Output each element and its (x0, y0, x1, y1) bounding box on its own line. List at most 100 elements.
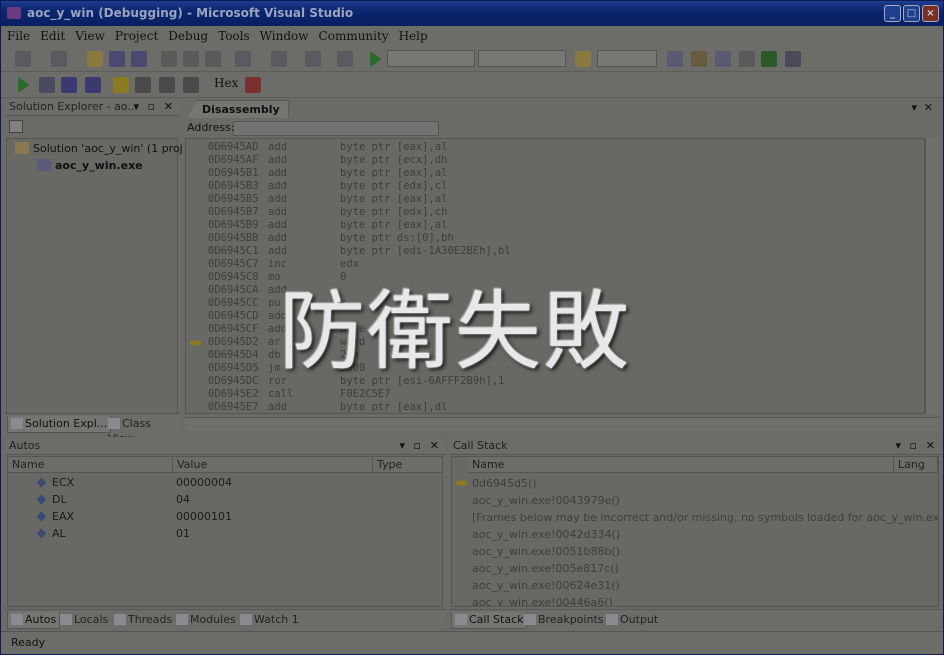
menu-community[interactable]: Community (319, 29, 389, 43)
stop-debugging-icon[interactable] (61, 77, 77, 93)
call-stack-frame[interactable]: aoc_y_win.exe!005e817c() (472, 560, 619, 577)
tab-autos[interactable]: Autos (7, 612, 61, 629)
minimize-button[interactable]: _ (884, 5, 901, 22)
step-into-icon[interactable] (135, 77, 151, 93)
tab-threads[interactable]: Threads (111, 612, 175, 629)
toolbox-icon[interactable] (739, 51, 755, 67)
menu-tools[interactable]: Tools (218, 29, 250, 43)
redo-icon[interactable] (271, 51, 287, 67)
call-stack-frame[interactable]: [Frames below may be incorrect and/or mi… (472, 509, 938, 526)
breakpoints-window-icon[interactable] (245, 77, 261, 93)
variable-value[interactable]: 01 (176, 525, 190, 542)
tab-modules[interactable]: Modules (173, 612, 239, 629)
close-icon[interactable]: ✕ (164, 98, 173, 116)
solution-config-combo[interactable] (387, 50, 475, 67)
close-icon[interactable]: ✕ (430, 437, 439, 455)
maximize-button[interactable]: □ (903, 5, 920, 22)
chevron-down-icon[interactable]: ▾ (895, 437, 901, 455)
chevron-down-icon[interactable]: ▾ (399, 437, 405, 455)
chevron-down-icon[interactable]: ▾ (133, 98, 139, 116)
pin-icon[interactable]: ▫ (414, 437, 421, 455)
properties-icon[interactable] (691, 51, 707, 67)
tab-locals[interactable]: Locals (57, 612, 111, 629)
find-in-files-icon[interactable] (575, 51, 591, 67)
object-browser-icon[interactable] (715, 51, 731, 67)
copy-icon[interactable] (183, 51, 199, 67)
call-stack-frame[interactable]: aoc_y_win.exe!0043979e() (472, 492, 620, 509)
variable-value[interactable]: 00000004 (176, 474, 232, 491)
tree-item-solution[interactable]: Solution 'aoc_y_win' (1 projec (15, 142, 196, 155)
close-button[interactable]: × (922, 5, 939, 22)
autos-row[interactable]: DL 04 (8, 491, 442, 508)
tab-class-view[interactable]: Class View (105, 416, 179, 445)
undo-icon[interactable] (235, 51, 251, 67)
call-stack-frame[interactable]: aoc_y_win.exe!00446a6() (472, 594, 613, 606)
chevron-down-icon[interactable]: ▾ (911, 101, 917, 114)
tree-item-project[interactable]: aoc_y_win.exe (37, 159, 143, 172)
tab-breakpoints[interactable]: Breakpoints (521, 612, 607, 629)
call-stack-frame[interactable]: 0d6945d5() (472, 475, 537, 492)
tab-output[interactable]: Output (603, 612, 661, 629)
column-header-type[interactable]: Type (373, 457, 442, 473)
autos-row[interactable]: ECX 00000004 (8, 474, 442, 491)
call-stack-frame[interactable]: aoc_y_win.exe!0051b88b() (472, 543, 620, 560)
save-icon[interactable] (109, 51, 125, 67)
add-item-icon[interactable] (51, 51, 67, 67)
autos-row[interactable]: AL 01 (8, 525, 442, 542)
find-combo[interactable] (597, 50, 657, 67)
address-combo[interactable] (233, 121, 439, 136)
call-stack-frame[interactable]: aoc_y_win.exe!0042d334() (472, 526, 620, 543)
close-icon[interactable]: ✕ (926, 437, 935, 455)
menu-debug[interactable]: Debug (168, 29, 208, 43)
variable-icon (36, 511, 47, 522)
column-header-name[interactable]: Name (8, 457, 173, 473)
menu-help[interactable]: Help (399, 29, 428, 43)
break-all-icon[interactable] (39, 77, 55, 93)
start-debug-icon[interactable] (370, 51, 382, 67)
menu-file[interactable]: File (7, 29, 30, 43)
solution-explorer-panel: Solution Explorer - ao... ▾ ▫ ✕ Solution… (5, 98, 196, 445)
call-stack-header: Call Stack ▾ ▫ ✕ (449, 437, 941, 455)
step-out-icon[interactable] (183, 77, 199, 93)
start-page-icon[interactable] (761, 51, 777, 67)
menu-view[interactable]: View (75, 29, 105, 43)
cut-icon[interactable] (161, 51, 177, 67)
opcode-cell: add (268, 232, 287, 244)
column-header-value[interactable]: Value (173, 457, 373, 473)
open-file-icon[interactable] (87, 51, 103, 67)
pin-icon[interactable]: ▫ (148, 98, 155, 116)
variable-value[interactable]: 04 (176, 491, 190, 508)
save-all-icon[interactable] (131, 51, 147, 67)
navigate-forward-icon[interactable] (337, 51, 353, 67)
navigate-back-icon[interactable] (305, 51, 321, 67)
hex-toggle-button[interactable]: Hex (214, 76, 238, 90)
tab-solution-explorer[interactable]: Solution Expl... (7, 416, 112, 433)
solution-platform-combo[interactable] (478, 50, 566, 67)
solution-explorer-icon[interactable] (667, 51, 683, 67)
menu-edit[interactable]: Edit (40, 29, 65, 43)
tab-disassembly[interactable]: Disassembly (187, 100, 289, 118)
output-tab-icon (606, 614, 618, 625)
horizontal-scrollbar[interactable] (185, 417, 939, 431)
address-cell: 0D6945D2 (208, 336, 259, 348)
tab-call-stack[interactable]: Call Stack (451, 612, 528, 629)
menu-project[interactable]: Project (115, 29, 158, 43)
new-project-icon[interactable] (15, 51, 31, 67)
variable-value[interactable]: 00000101 (176, 508, 232, 525)
tab-watch-1[interactable]: Watch 1 (237, 612, 302, 629)
close-icon[interactable]: ✕ (924, 101, 933, 114)
continue-icon[interactable] (18, 77, 30, 93)
pin-icon[interactable]: ▫ (910, 437, 917, 455)
column-header-lang[interactable]: Lang (894, 457, 938, 473)
paste-icon[interactable] (205, 51, 221, 67)
step-over-icon[interactable] (159, 77, 175, 93)
vertical-scrollbar[interactable] (925, 138, 939, 414)
autos-row[interactable]: EAX 00000101 (8, 508, 442, 525)
menu-window[interactable]: Window (260, 29, 309, 43)
column-header-name[interactable]: Name (468, 457, 894, 473)
command-window-icon[interactable] (785, 51, 801, 67)
show-next-statement-icon[interactable] (113, 77, 129, 93)
call-stack-frame[interactable]: aoc_y_win.exe!00624e31() (472, 577, 620, 594)
show-properties-icon[interactable] (9, 120, 23, 133)
restart-icon[interactable] (85, 77, 101, 93)
